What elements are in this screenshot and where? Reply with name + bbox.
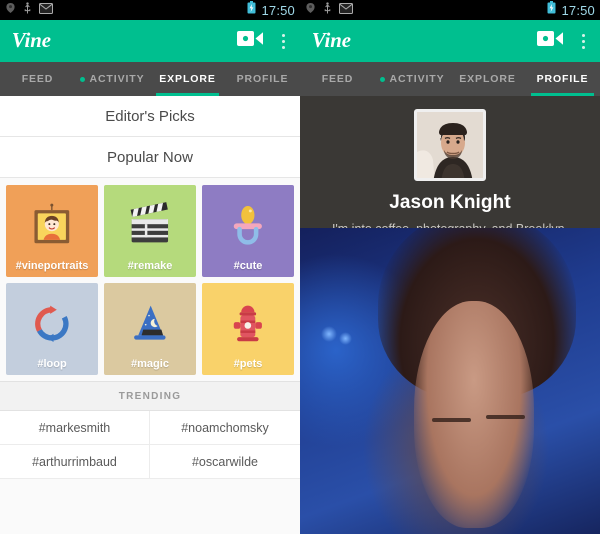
- sync-icon: [5, 1, 16, 19]
- phone-right-profile: 17:50 Vine FEED ACTIVITY EXPLORE PROFILE…: [300, 0, 600, 534]
- overflow-menu-icon[interactable]: [577, 30, 590, 53]
- status-bar: 17:50: [300, 0, 600, 20]
- tag-tile-grid: #vineportraits #remake #cute #loop #magi…: [0, 178, 300, 381]
- tile-label: #magic: [131, 358, 169, 370]
- tile-label: #cute: [233, 260, 263, 272]
- tab-label: ACTIVITY: [89, 73, 145, 85]
- svg-text:Vine: Vine: [12, 29, 51, 52]
- trending-item[interactable]: #noamchomsky: [150, 411, 300, 445]
- trending-grid: #markesmith #noamchomsky #arthurrimbaud …: [0, 411, 300, 479]
- mail-icon: [339, 1, 353, 19]
- avatar[interactable]: [414, 109, 486, 181]
- loop-arrows-icon: [35, 305, 69, 343]
- tab-profile[interactable]: PROFILE: [525, 62, 600, 96]
- nav-tabs-left: FEED ACTIVITY EXPLORE PROFILE: [0, 62, 300, 96]
- pacifier-icon: [233, 206, 263, 245]
- activity-dot-icon: [380, 76, 386, 82]
- tile-remake[interactable]: #remake: [104, 185, 196, 277]
- tab-explore[interactable]: EXPLORE: [450, 62, 525, 96]
- tab-profile[interactable]: PROFILE: [225, 62, 300, 96]
- tab-label: PROFILE: [236, 73, 289, 85]
- app-bar: Vine: [300, 20, 600, 62]
- tab-label: EXPLORE: [159, 73, 216, 85]
- battery-charging-icon: [547, 1, 556, 19]
- tab-feed[interactable]: FEED: [300, 62, 375, 96]
- video-camera-icon[interactable]: [237, 30, 263, 52]
- tile-label: #vineportraits: [15, 260, 89, 272]
- fire-hydrant-icon: [233, 305, 263, 342]
- wizard-hat-icon: [134, 305, 166, 340]
- tab-label: ACTIVITY: [389, 73, 445, 85]
- tile-label: #loop: [37, 358, 67, 370]
- vine-logo[interactable]: Vine: [310, 28, 388, 54]
- tile-cute[interactable]: #cute: [202, 185, 294, 277]
- battery-charging-icon: [247, 1, 256, 19]
- mail-icon: [39, 1, 53, 19]
- overflow-menu-icon[interactable]: [277, 30, 290, 53]
- explore-content: Editor's Picks Popular Now #vineportrait…: [0, 96, 300, 534]
- tab-feed[interactable]: FEED: [0, 62, 75, 96]
- tab-label: FEED: [321, 73, 354, 85]
- editors-picks-header[interactable]: Editor's Picks: [0, 96, 300, 137]
- tab-explore[interactable]: EXPLORE: [150, 62, 225, 96]
- framed-portrait-icon: [34, 203, 70, 244]
- profile-name: Jason Knight: [389, 192, 511, 213]
- video-thumbnail[interactable]: [300, 228, 600, 534]
- vine-logo[interactable]: Vine: [10, 28, 88, 54]
- tile-pets[interactable]: #pets: [202, 283, 294, 375]
- app-bar: Vine: [0, 20, 300, 62]
- profile-content: Jason Knight I'm into coffee, photograph…: [300, 96, 600, 534]
- tab-label: PROFILE: [536, 73, 589, 85]
- tab-activity[interactable]: ACTIVITY: [375, 62, 450, 96]
- clapperboard-icon: [130, 202, 169, 243]
- phone-left-explore: 17:50 Vine FEED ACTIVITY EXPLORE PROFILE…: [0, 0, 300, 534]
- nav-tabs-right: FEED ACTIVITY EXPLORE PROFILE: [300, 62, 600, 96]
- status-time: 17:50: [261, 2, 295, 18]
- two-phone-screenshot: 17:50 Vine FEED ACTIVITY EXPLORE PROFILE…: [0, 0, 600, 534]
- tile-vineportraits[interactable]: #vineportraits: [6, 185, 98, 277]
- tile-label: #remake: [127, 260, 173, 272]
- trending-item[interactable]: #oscarwilde: [150, 445, 300, 479]
- usb-icon: [323, 1, 332, 19]
- video-camera-icon[interactable]: [537, 30, 563, 52]
- trending-header: TRENDING: [0, 381, 300, 411]
- tile-loop[interactable]: #loop: [6, 283, 98, 375]
- tab-label: EXPLORE: [459, 73, 516, 85]
- tab-label: FEED: [21, 73, 54, 85]
- tab-activity[interactable]: ACTIVITY: [75, 62, 150, 96]
- activity-dot-icon: [80, 76, 86, 82]
- popular-now-header[interactable]: Popular Now: [0, 137, 300, 178]
- usb-icon: [23, 1, 32, 19]
- status-time: 17:50: [561, 2, 595, 18]
- status-bar: 17:50: [0, 0, 300, 20]
- tile-label: #pets: [233, 358, 263, 370]
- sync-icon: [305, 1, 316, 19]
- trending-item[interactable]: #arthurrimbaud: [0, 445, 150, 479]
- trending-item[interactable]: #markesmith: [0, 411, 150, 445]
- tile-magic[interactable]: #magic: [104, 283, 196, 375]
- svg-text:Vine: Vine: [312, 29, 351, 52]
